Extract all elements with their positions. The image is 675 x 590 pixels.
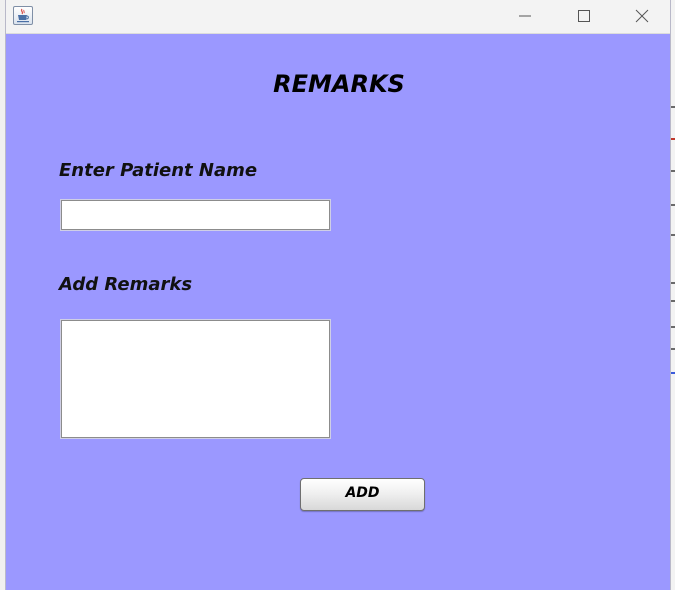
minimize-button[interactable] <box>496 0 554 32</box>
java-cup-icon[interactable] <box>13 6 33 25</box>
minimize-icon <box>519 15 531 17</box>
remarks-window: REMARKS Enter Patient Name Add Remarks A… <box>5 0 671 590</box>
remarks-label: Add Remarks <box>59 274 193 295</box>
title-bar[interactable] <box>6 0 670 34</box>
maximize-icon <box>578 10 590 22</box>
page-title: REMARKS <box>273 70 405 98</box>
patient-name-input[interactable] <box>60 199 331 231</box>
close-icon <box>635 9 649 23</box>
maximize-button[interactable] <box>555 0 613 32</box>
remarks-textarea[interactable] <box>60 319 331 439</box>
close-button[interactable] <box>613 0 671 32</box>
add-button[interactable]: ADD <box>300 478 425 511</box>
patient-name-label: Enter Patient Name <box>59 160 258 181</box>
